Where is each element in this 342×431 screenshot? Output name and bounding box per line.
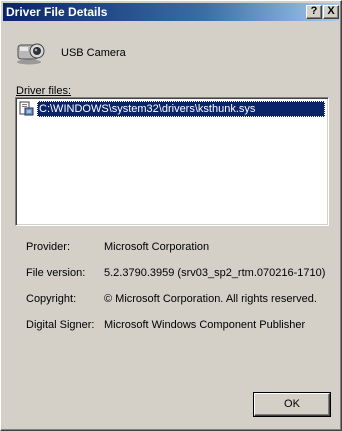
- driver-file-path: C:\WINDOWS\system32\drivers\ksthunk.sys: [37, 101, 325, 117]
- list-item[interactable]: C:\WINDOWS\system32\drivers\ksthunk.sys: [19, 101, 325, 117]
- file-version-value: 5.2.3790.3959 (srv03_sp2_rtm.070216-1710…: [104, 267, 326, 279]
- copyright-value: © Microsoft Corporation. All rights rese…: [104, 293, 317, 305]
- provider-value: Microsoft Corporation: [104, 241, 210, 253]
- title-bar[interactable]: Driver File Details ? X: [3, 3, 339, 21]
- close-button[interactable]: X: [323, 5, 339, 19]
- copyright-label: Copyright:: [26, 293, 77, 305]
- window-title: Driver File Details: [6, 5, 108, 19]
- device-name: USB Camera: [61, 47, 126, 59]
- file-version-label: File version:: [26, 267, 86, 279]
- provider-label: Provider:: [26, 241, 71, 253]
- driver-file-details-dialog: Driver File Details ? X USB Camera Drive…: [0, 0, 342, 431]
- help-button[interactable]: ?: [306, 5, 322, 19]
- driver-files-label: Driver files:: [16, 85, 71, 97]
- driver-files-list[interactable]: C:\WINDOWS\system32\drivers\ksthunk.sys: [15, 97, 329, 226]
- ok-button[interactable]: OK: [254, 393, 330, 416]
- driver-file-icon: [19, 101, 34, 116]
- driver-files-label-text: Driver files:: [16, 85, 72, 97]
- digital-signer-value: Microsoft Windows Component Publisher: [104, 319, 306, 331]
- digital-signer-label: Digital Signer:: [26, 319, 95, 331]
- usb-camera-icon: [17, 43, 45, 65]
